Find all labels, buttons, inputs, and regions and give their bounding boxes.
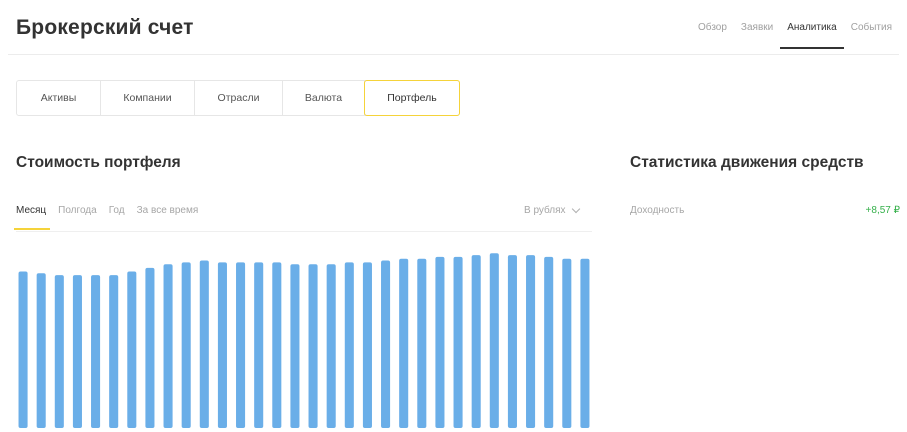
chart-bar[interactable] (290, 264, 300, 428)
chart-divider (16, 231, 592, 232)
chart-bar[interactable] (453, 256, 463, 428)
page: Брокерский счет Обзор Заявки Аналитика С… (0, 0, 907, 432)
tab-industries[interactable]: Отрасли (195, 81, 283, 115)
chart-bar[interactable] (254, 262, 264, 428)
chart-bar[interactable] (145, 267, 155, 428)
chart-bar[interactable] (199, 260, 209, 428)
period-tab-all-time[interactable]: За все время (137, 205, 199, 228)
stat-label-yield: Доходность (630, 205, 685, 216)
nav-item-events[interactable]: События (844, 22, 899, 43)
segment-tabs: Активы Компании Отрасли Валюта Портфель (16, 80, 460, 116)
chart-bar[interactable] (544, 256, 554, 428)
chart-bar[interactable] (272, 262, 282, 428)
chart-bar[interactable] (526, 255, 536, 428)
chevron-down-icon (571, 204, 580, 214)
chart-bar[interactable] (127, 271, 137, 428)
tab-currency[interactable]: Валюта (283, 81, 365, 115)
cash-flow-stats-title: Статистика движения средств (630, 154, 864, 171)
chart-bar[interactable] (163, 264, 173, 428)
chart-bar[interactable] (308, 264, 318, 428)
nav-item-orders[interactable]: Заявки (734, 22, 780, 43)
chart-bar[interactable] (471, 255, 481, 428)
period-tab-half-year[interactable]: Полгода (58, 205, 97, 228)
period-tabs: Месяц Полгода Год За все время (13, 205, 210, 230)
tab-companies[interactable]: Компании (101, 81, 195, 115)
chart-bar[interactable] (417, 258, 427, 428)
chart-bar[interactable] (72, 275, 82, 428)
tab-portfolio[interactable]: Портфель (364, 80, 460, 116)
chart-bar[interactable] (489, 253, 499, 428)
chart-bar[interactable] (580, 258, 590, 428)
period-tab-month[interactable]: Месяц (13, 205, 51, 230)
chart-bar[interactable] (217, 262, 227, 428)
portfolio-value-title: Стоимость портфеля (16, 154, 181, 171)
chart-bar[interactable] (36, 273, 46, 428)
chart-bar[interactable] (399, 258, 409, 428)
header-divider (8, 54, 899, 55)
chart-bar[interactable] (381, 260, 391, 428)
chart-bar[interactable] (236, 262, 246, 428)
portfolio-bar-chart (18, 253, 590, 428)
currency-select[interactable]: В рублях (524, 204, 580, 216)
period-tab-year[interactable]: Год (109, 205, 125, 228)
stat-row-yield: Доходность +8,57 ₽ (630, 205, 900, 216)
page-title: Брокерский счет (16, 16, 194, 39)
chart-bar[interactable] (507, 255, 517, 428)
chart-bar[interactable] (91, 275, 101, 428)
chart-bar[interactable] (54, 275, 64, 428)
stat-value-yield: +8,57 ₽ (865, 205, 900, 216)
chart-bar[interactable] (362, 262, 372, 428)
chart-bar[interactable] (562, 258, 572, 428)
chart-bar[interactable] (435, 256, 445, 428)
chart-bar[interactable] (181, 262, 191, 428)
tab-assets[interactable]: Активы (17, 81, 101, 115)
nav-item-overview[interactable]: Обзор (691, 22, 734, 43)
nav-item-analytics[interactable]: Аналитика (780, 22, 844, 49)
chart-bar[interactable] (326, 264, 336, 428)
chart-bar[interactable] (18, 271, 28, 428)
chart-bar[interactable] (344, 262, 354, 428)
chart-bar[interactable] (109, 275, 119, 428)
currency-select-value: В рублях (524, 205, 566, 216)
top-nav: Обзор Заявки Аналитика События (691, 22, 899, 49)
